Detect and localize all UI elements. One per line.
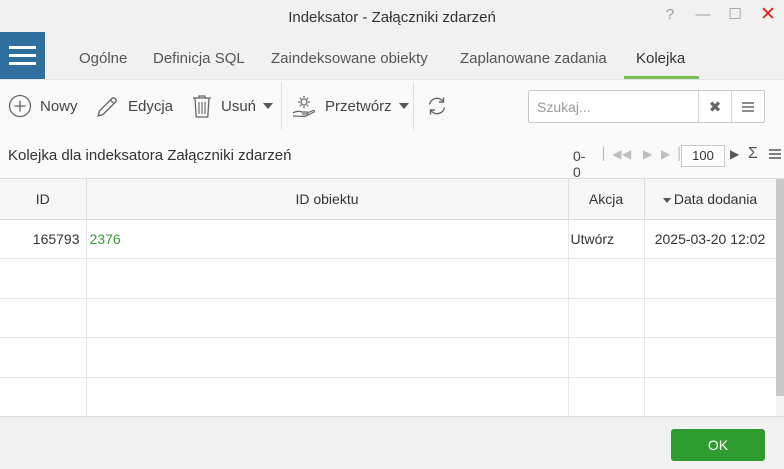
search-box: ✖ xyxy=(528,90,765,123)
pencil-icon xyxy=(97,96,117,117)
column-header-date-added[interactable]: Data dodania xyxy=(644,179,777,220)
grid-header-bar: Kolejka dla indeksatora Załączniki zdarz… xyxy=(0,131,784,180)
tab-queue[interactable]: Kolejka xyxy=(636,50,685,67)
sum-icon[interactable]: Σ xyxy=(748,145,758,163)
page-size-arrow-icon[interactable]: ▶ xyxy=(730,147,739,161)
process-button-label: Przetwórz xyxy=(325,97,392,115)
search-input[interactable] xyxy=(529,91,698,122)
cell-object-id-link[interactable]: 2376 xyxy=(86,219,569,259)
next-page-icon[interactable]: ▶ xyxy=(643,147,652,161)
last-page-icon[interactable]: ▶▕ xyxy=(661,147,679,161)
table-row-empty xyxy=(0,298,777,338)
record-count: 0-0 xyxy=(573,148,586,180)
tab-indexed-objects[interactable]: Zaindeksowane obiekty xyxy=(271,50,428,67)
cell-action: Utwórz xyxy=(568,219,645,259)
table-row[interactable]: 165793 2376 Utwórz 2025-03-20 12:02 xyxy=(0,219,777,259)
table-header-row: ID ID obiektu Akcja Data dodania xyxy=(0,179,777,220)
table-row-empty xyxy=(0,337,777,378)
process-button[interactable]: Przetwórz xyxy=(291,80,409,132)
chevron-down-icon xyxy=(398,103,409,109)
cell-id: 165793 xyxy=(0,219,87,259)
delete-button[interactable]: Usuń xyxy=(191,80,274,132)
tab-scheduled-tasks[interactable]: Zaplanowane zadania xyxy=(460,50,607,67)
hamburger-menu-icon[interactable] xyxy=(0,32,45,79)
tab-bar: Ogólne Definicja SQL Zaindeksowane obiek… xyxy=(45,32,784,79)
clear-search-icon[interactable]: ✖ xyxy=(698,91,731,122)
refresh-button[interactable] xyxy=(426,80,456,132)
edit-button[interactable]: Edycja xyxy=(95,80,173,132)
toolbar-divider xyxy=(413,82,414,130)
table-row-empty xyxy=(0,377,777,416)
grid-caption: Kolejka dla indeksatora Załączniki zdarz… xyxy=(8,147,292,164)
previous-page-icon[interactable]: ◀ xyxy=(622,147,631,161)
refresh-icon xyxy=(428,97,446,115)
plus-circle-icon xyxy=(8,94,32,118)
vertical-scrollbar[interactable] xyxy=(776,179,784,416)
title-bar: Indeksator - Załączniki zdarzeń ? — ☐ ✕ xyxy=(0,0,784,32)
grid-menu-icon[interactable] xyxy=(769,149,781,159)
search-options-icon[interactable] xyxy=(731,91,764,122)
column-header-action[interactable]: Akcja xyxy=(568,179,645,220)
new-button-label: Nowy xyxy=(40,97,78,115)
minimize-icon[interactable]: — xyxy=(692,4,714,26)
new-button[interactable]: Nowy xyxy=(8,80,78,132)
toolbar: Nowy Edycja Usuń Przetwórz ✖ xyxy=(0,79,784,131)
gear-hand-icon xyxy=(292,96,316,118)
first-page-icon[interactable]: ▏◀ xyxy=(603,147,621,161)
scrollbar-thumb[interactable] xyxy=(776,179,784,396)
tab-sql-definition[interactable]: Definicja SQL xyxy=(153,50,245,67)
trash-icon xyxy=(193,95,211,118)
page-size-field[interactable]: 100 xyxy=(681,145,725,167)
cell-date-added: 2025-03-20 12:02 xyxy=(644,219,777,259)
help-icon[interactable]: ? xyxy=(659,4,681,26)
queue-grid: ID ID obiektu Akcja Data dodania 165793 … xyxy=(0,178,784,417)
sort-desc-icon xyxy=(662,197,671,203)
queue-table: ID ID obiektu Akcja Data dodania 165793 … xyxy=(0,179,777,416)
maximize-icon[interactable]: ☐ xyxy=(724,4,746,26)
chevron-down-icon xyxy=(263,103,274,109)
close-icon[interactable]: ✕ xyxy=(757,4,779,26)
delete-button-label: Usuń xyxy=(221,97,257,115)
tab-general[interactable]: Ogólne xyxy=(79,50,127,67)
edit-button-label: Edycja xyxy=(128,97,174,115)
ok-button[interactable]: OK xyxy=(671,429,765,461)
column-header-object-id[interactable]: ID obiektu xyxy=(86,179,569,220)
column-header-id[interactable]: ID xyxy=(0,179,87,220)
column-header-date-added-label: Data dodania xyxy=(673,190,758,207)
table-row-empty xyxy=(0,258,777,299)
toolbar-divider xyxy=(281,82,282,130)
